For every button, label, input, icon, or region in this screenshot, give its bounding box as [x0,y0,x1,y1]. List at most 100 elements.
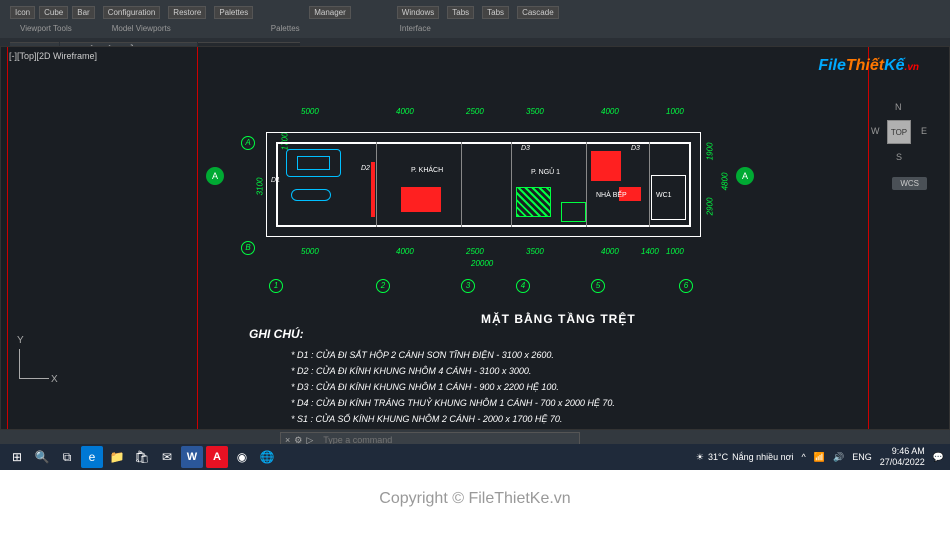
system-clock[interactable]: 9:46 AM 27/04/2022 [880,446,925,468]
app-icon[interactable]: ◉ [231,446,253,468]
dim-text: 4800 [720,173,729,191]
door-label-d3b: D3 [631,145,640,152]
ribbon-group-palettes: Palettes [271,24,300,38]
ribbon-bar: Icon Cube Bar Configuration Restore Pale… [0,0,950,24]
wcs-button[interactable]: WCS [892,177,927,190]
search-icon[interactable]: 🔍 [31,446,53,468]
axis-label: 1 [269,275,283,293]
dim-text: 4000 [396,107,414,116]
dim-text: 3500 [526,247,544,256]
word-icon[interactable]: W [181,446,203,468]
tray-chevron-icon[interactable]: ^ [802,452,806,462]
ribbon-group-model: Model Viewports [112,24,171,38]
wall-partition [511,142,512,227]
copyright-text: Copyright © FileThietKe.vn [0,490,950,508]
ribbon-group-viewport: Viewport Tools [20,24,72,38]
ribbon-btn-cube[interactable]: Cube [39,6,68,19]
drawing-title: MẶT BẰNG TẦNG TRỆT [481,312,636,326]
edge-icon[interactable]: e [81,446,103,468]
viewcube-south[interactable]: S [896,152,902,162]
note-item: * D4 : CỬA ĐI KÍNH TRÁNG THUỶ KHUNG NHÔM… [291,395,615,411]
section-arrow-right: A [736,167,754,185]
furniture-red [591,151,621,181]
ribbon-btn-bar[interactable]: Bar [72,6,94,19]
volume-icon[interactable]: 🔊 [833,452,844,463]
chrome-icon[interactable]: 🌐 [256,446,278,468]
store-icon[interactable]: 🛍 [131,446,153,468]
ribbon-btn-tab1[interactable]: Tabs [447,6,474,19]
axis-label: 3 [461,275,475,293]
dim-text: 2900 [705,198,714,216]
bed-green [516,187,551,217]
ribbon-btn-config[interactable]: Configuration [103,6,161,19]
wifi-icon[interactable]: 📶 [814,452,825,463]
frame-line [197,47,198,429]
note-item: * D2 : CỬA ĐI KÍNH KHUNG NHÔM 4 CÁNH - 3… [291,363,615,379]
dim-text: 5000 [301,247,319,256]
axis-label: A [241,132,255,150]
autocad-icon[interactable]: A [206,446,228,468]
explorer-icon[interactable]: 📁 [106,446,128,468]
ribbon-group-interface: Interface [400,24,431,38]
ribbon-btn-cascade[interactable]: Cascade [517,6,559,19]
ribbon-btn-tab2[interactable]: Tabs [482,6,509,19]
dim-text: 1000 [666,247,684,256]
dim-text: 1900 [705,143,714,161]
dim-text: 2500 [466,107,484,116]
dim-total: 20000 [471,259,493,268]
weather-text: Nắng nhiều nơi [732,452,793,462]
frame-line [7,47,8,429]
sofa-red [401,187,441,212]
dim-text: 1400 [641,247,659,256]
car-symbol [286,149,341,177]
viewcube-top[interactable]: TOP [887,120,911,144]
door-label-d3: D3 [521,145,530,152]
motorcycle-symbol [291,189,331,201]
note-item: * S1 : CỬA SỔ KÍNH KHUNG NHÔM 2 CÁNH - 2… [291,411,615,427]
dim-text: 3500 [526,107,544,116]
ribbon-btn-manager[interactable]: Manager [309,6,351,19]
viewcube[interactable]: N S W E TOP [869,102,929,162]
axis-label: 5 [591,275,605,293]
axis-label: 2 [376,275,390,293]
weather-icon: ☀ [696,452,704,463]
kitchen-counter [561,202,586,222]
language-indicator[interactable]: ENG [852,452,872,462]
ucs-icon[interactable]: Y X [19,339,59,379]
viewport-label[interactable]: [-][Top][2D Wireframe] [9,51,97,61]
start-button[interactable]: ⊞ [6,446,28,468]
viewcube-west[interactable]: W [871,126,880,136]
weather-widget[interactable]: ☀ 31°C Nắng nhiều nơi [696,452,794,463]
model-viewport[interactable]: [-][Top][2D Wireframe] FileThiếtKế.vn N … [0,46,950,430]
dim-text: 4000 [601,107,619,116]
door-label-d1: D1 [271,177,280,184]
axis-label: 6 [679,275,693,293]
room-wc: WC1 [656,192,672,199]
wall-partition [461,142,462,227]
dim-text: 4000 [396,247,414,256]
dim-text: 4000 [601,247,619,256]
door-d2 [371,162,375,217]
ribbon-btn-windows[interactable]: Windows [397,6,439,19]
room-pkhach: P. KHÁCH [411,167,443,174]
viewcube-east[interactable]: E [921,126,927,136]
door-label-d2: D2 [361,165,370,172]
notification-icon[interactable]: 💬 [933,452,944,463]
dim-text: 2500 [466,247,484,256]
ribbon-btn-icon[interactable]: Icon [10,6,35,19]
dim-text: 3100 [255,178,264,196]
note-item: * D1 : CỬA ĐI SẮT HỘP 2 CÁNH SƠN TĨNH ĐI… [291,347,615,363]
wall-partition [586,142,587,227]
section-arrow-left: A [206,167,224,185]
ribbon-btn-palettes[interactable]: Palettes [214,6,253,19]
ribbon-btn-restore[interactable]: Restore [168,6,206,19]
room-pngu: P. NGỦ 1 [531,169,560,176]
mail-icon[interactable]: ✉ [156,446,178,468]
windows-taskbar: ⊞ 🔍 ⧉ e 📁 🛍 ✉ W A ◉ 🌐 ☀ 31°C Nắng nhiều … [0,444,950,470]
viewcube-north[interactable]: N [895,102,902,112]
room-bep: NHÀ BẾP [596,192,627,199]
taskview-icon[interactable]: ⧉ [56,446,78,468]
dim-text: 5000 [301,107,319,116]
notes-title: GHI CHÚ: [249,327,304,341]
weather-temp: 31°C [708,452,728,462]
